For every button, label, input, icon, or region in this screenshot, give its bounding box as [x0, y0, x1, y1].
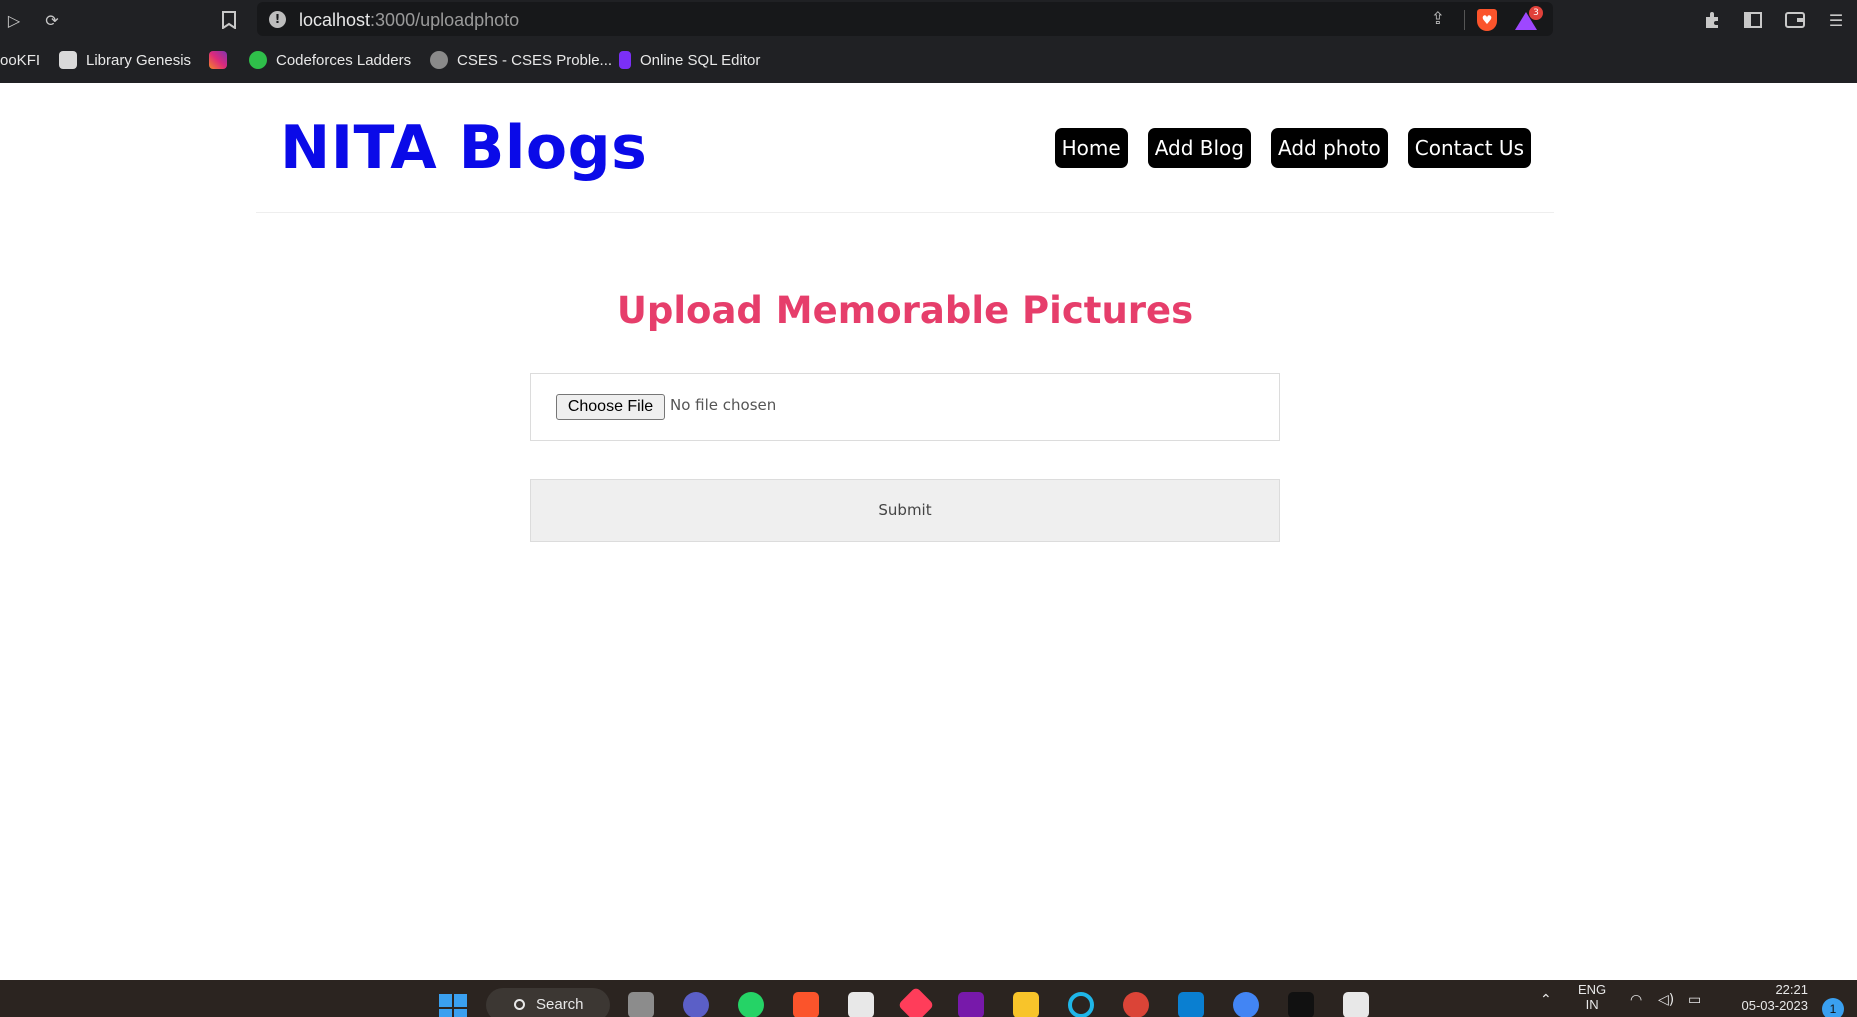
- notification-badge[interactable]: 1: [1822, 998, 1844, 1017]
- url-path: :3000/uploadphoto: [370, 10, 520, 30]
- language-indicator[interactable]: ENG IN: [1578, 982, 1606, 1012]
- whatsapp-icon[interactable]: [738, 992, 764, 1017]
- volume-icon[interactable]: ◁): [1658, 992, 1674, 1008]
- forward-icon[interactable]: ▷: [2, 8, 26, 32]
- wallet-icon[interactable]: [1783, 8, 1807, 32]
- search-icon: [514, 999, 525, 1010]
- chrome-icon[interactable]: [1123, 992, 1149, 1017]
- submit-button[interactable]: Submit: [530, 479, 1280, 542]
- app-icon[interactable]: [897, 986, 935, 1017]
- page-title: Upload Memorable Pictures: [616, 289, 1194, 332]
- chevron-up-icon[interactable]: ⌃: [1540, 992, 1552, 1008]
- menu-icon[interactable]: ☰: [1824, 8, 1848, 32]
- bookmark-instagram[interactable]: [209, 49, 227, 71]
- bookmarks-bar: ooKFI Library Genesis Codeforces Ladders…: [0, 43, 1857, 77]
- bookmark-codeforces-ladders[interactable]: Codeforces Ladders: [249, 49, 411, 71]
- choose-file-button[interactable]: Choose File: [556, 394, 665, 420]
- browser-toolbar: ▷ ⟳ ! localhost:3000/uploadphoto ⇪ ♥ 3 ☰: [0, 0, 1857, 40]
- windows-taskbar: Search ⌃ ENG IN ◠ ◁) ▭ 22:21 05-03-2023 …: [0, 980, 1857, 1017]
- sidebar-icon[interactable]: [1741, 8, 1765, 32]
- site-brand[interactable]: NITA Blogs: [280, 113, 647, 183]
- instagram-icon: [209, 51, 227, 69]
- clock-date: 05-03-2023: [1741, 998, 1809, 1013]
- bookmark-library-genesis[interactable]: Library Genesis: [59, 49, 191, 71]
- bookmark-icon[interactable]: [217, 8, 241, 32]
- page-content: NITA Blogs Home Add Blog Add photo Conta…: [0, 83, 1857, 980]
- wifi-icon[interactable]: ◠: [1630, 992, 1642, 1008]
- file-explorer-icon[interactable]: [1013, 992, 1039, 1017]
- site-navbar: NITA Blogs Home Add Blog Add photo Conta…: [256, 83, 1554, 213]
- file-input-field[interactable]: Choose File No file chosen: [530, 373, 1280, 441]
- site-info-icon[interactable]: !: [269, 11, 286, 28]
- onenote-icon[interactable]: [958, 992, 984, 1017]
- library-icon: [59, 51, 77, 69]
- nav-home-button[interactable]: Home: [1054, 128, 1128, 168]
- taskbar-search[interactable]: Search: [486, 988, 610, 1017]
- reload-icon[interactable]: ⟳: [40, 8, 64, 32]
- nav-contact-us-button[interactable]: Contact Us: [1407, 128, 1531, 168]
- url-host: localhost: [299, 10, 371, 30]
- bookmark-label: Codeforces Ladders: [276, 51, 412, 69]
- brave-rewards-icon[interactable]: 3: [1515, 6, 1543, 30]
- url-text[interactable]: localhost:3000/uploadphoto: [299, 10, 519, 31]
- file-status-text: No file chosen: [670, 396, 777, 414]
- bookmark-cses[interactable]: CSES - CSES Proble...: [430, 49, 612, 71]
- vscode-icon[interactable]: [1178, 992, 1204, 1017]
- sql-editor-icon: [619, 51, 631, 69]
- bookmark-label: ooKFI: [0, 51, 41, 69]
- clock-time: 22:21: [1775, 982, 1808, 997]
- brave-shields-icon[interactable]: ♥: [1477, 9, 1497, 31]
- language-label: ENG: [1578, 982, 1607, 997]
- snipping-tool-icon[interactable]: [1343, 992, 1369, 1017]
- bookmark-zlibrary[interactable]: ooKFI: [0, 49, 40, 71]
- rewards-badge: 3: [1529, 6, 1543, 20]
- browser-chrome: ▷ ⟳ ! localhost:3000/uploadphoto ⇪ ♥ 3 ☰: [0, 0, 1857, 83]
- bookmark-label: CSES - CSES Proble...: [457, 51, 613, 69]
- clock[interactable]: 22:21 05-03-2023: [1720, 982, 1809, 1014]
- nav-add-photo-button[interactable]: Add photo: [1271, 128, 1388, 168]
- bookmark-online-sql-editor[interactable]: Online SQL Editor: [619, 49, 760, 71]
- teams-icon[interactable]: [683, 992, 709, 1017]
- alien-icon: [249, 51, 267, 69]
- nav-add-blog-button[interactable]: Add Blog: [1147, 128, 1251, 168]
- battery-icon[interactable]: ▭: [1688, 992, 1701, 1008]
- brave-icon[interactable]: [793, 992, 819, 1017]
- extensions-icon[interactable]: [1700, 8, 1724, 32]
- address-separator: [1464, 10, 1465, 30]
- cortana-icon[interactable]: [1068, 992, 1094, 1017]
- start-button[interactable]: [439, 994, 467, 1017]
- task-view-icon[interactable]: [628, 992, 654, 1017]
- terminal-icon[interactable]: [1288, 992, 1314, 1017]
- bookmark-label: Online SQL Editor: [640, 51, 761, 69]
- region-label: IN: [1585, 997, 1599, 1012]
- taskbar-search-label: Search: [536, 996, 584, 1013]
- globe-icon: [430, 51, 448, 69]
- nav-links: Home Add Blog Add photo Contact Us: [1054, 128, 1531, 168]
- share-icon[interactable]: ⇪: [1431, 9, 1445, 29]
- bookmark-label: Library Genesis: [86, 51, 192, 69]
- store-icon[interactable]: [848, 992, 874, 1017]
- address-bar[interactable]: ! localhost:3000/uploadphoto ⇪ ♥ 3: [257, 2, 1553, 36]
- chrome-profile-icon[interactable]: [1233, 992, 1259, 1017]
